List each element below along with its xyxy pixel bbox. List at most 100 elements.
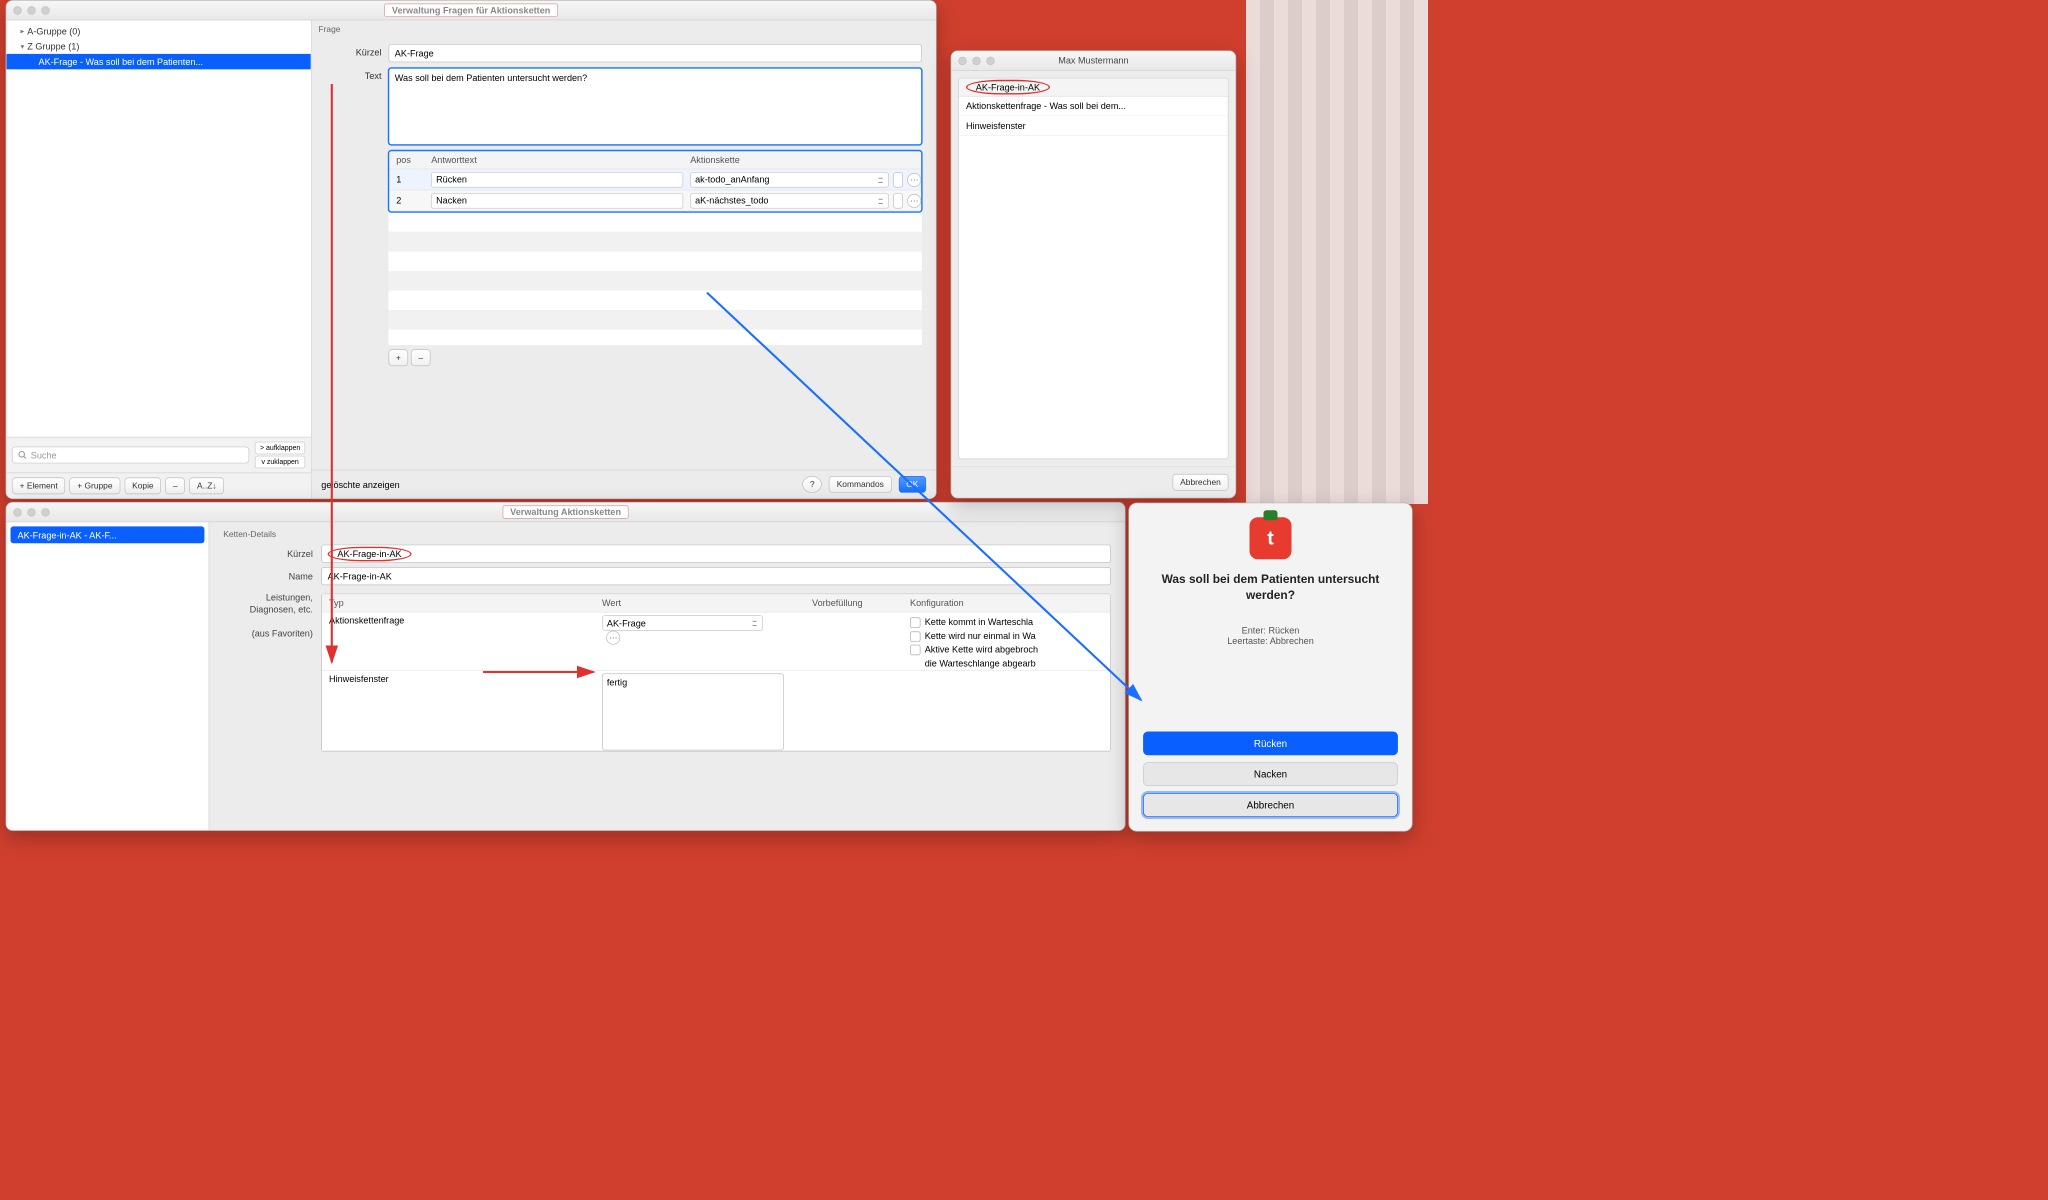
remove-button[interactable]: – — [166, 477, 186, 494]
traffic-lights[interactable] — [958, 56, 994, 64]
search-placeholder: Suche — [31, 450, 57, 461]
sort-button[interactable]: A..Z↓ — [189, 477, 224, 494]
copy-button[interactable]: Kopie — [124, 477, 161, 494]
ketten-row-2[interactable]: Hinweisfenster fertig — [322, 671, 1110, 752]
label-text: Text — [326, 68, 389, 81]
steps-list: AK-Frage-in-AK Aktionskettenfrage - Was … — [958, 78, 1228, 460]
checkbox-icon — [910, 617, 921, 628]
show-deleted-label[interactable]: gelöschte anzeigen — [321, 479, 399, 490]
fav-text: (aus Favoriten) — [252, 628, 313, 639]
step-item-2[interactable]: Hinweisfenster — [959, 116, 1228, 136]
col-aktionskette: Aktionskette — [683, 155, 921, 166]
section-ketten-details: Ketten-Details — [223, 529, 1111, 544]
section-label-frage: Frage — [312, 20, 936, 37]
aktionsketten-sidebar[interactable]: AK-Frage-in-AK - AK-F... — [6, 522, 209, 830]
pos-2: 2 — [389, 195, 424, 206]
pos-1: 1 — [389, 174, 424, 185]
traffic-lights[interactable] — [13, 508, 49, 516]
ak-2-value: aK-nächstes_todo — [695, 195, 768, 206]
ak-more-icon-1[interactable]: ⋯ — [907, 173, 921, 187]
typ-1: Aktionskettenfrage — [322, 615, 595, 626]
expand-all-button[interactable]: > aufklappen — [255, 442, 305, 455]
hinweis-value: fertig — [607, 677, 627, 688]
name-input[interactable]: AK-Frage-in-AK — [321, 567, 1111, 585]
col-wert: Wert — [595, 598, 805, 609]
label-name: Name — [223, 571, 321, 582]
question-tree[interactable]: ▸A-Gruppe (0) ▾Z Gruppe (1) AK-Frage - W… — [6, 20, 311, 437]
col-answer: Antworttext — [424, 155, 683, 166]
add-group-button[interactable]: + Gruppe — [70, 477, 121, 494]
konf-3b-label: die Warteschlange abgearb — [925, 658, 1036, 669]
keyboard-hints: Enter: Rücken Leertaste: Abbrechen — [1227, 625, 1314, 646]
answer-input-2[interactable]: Nacken — [431, 193, 683, 208]
traffic-lights[interactable] — [13, 6, 49, 14]
name-value: AK-Frage-in-AK — [328, 571, 392, 582]
titlebar[interactable]: Verwaltung Aktionsketten — [6, 503, 1125, 523]
titlebar[interactable]: Max Mustermann — [951, 51, 1235, 71]
answer-row-1[interactable]: 1 Rücken ak-todo_anAnfang ⋯ — [389, 169, 921, 190]
answer-remove-button[interactable]: – — [411, 349, 431, 366]
ak-stepper-1[interactable] — [893, 172, 903, 187]
cancel-button[interactable]: Abbrechen — [1172, 474, 1228, 491]
wert-1-value: AK-Frage — [607, 618, 646, 629]
label-kuerzel: Kürzel — [326, 44, 389, 57]
background-mosaic — [1246, 0, 1428, 504]
wert-select-1[interactable]: AK-Frage — [602, 615, 763, 630]
kuerzel-value: AK-Frage — [395, 48, 434, 59]
step-1-label: Aktionskettenfrage - Was soll bei dem... — [966, 101, 1126, 112]
add-element-button[interactable]: + Element — [12, 477, 65, 494]
answer-2-text: Nacken — [436, 195, 467, 206]
konf-check-1[interactable]: Kette kommt in Warteschla — [910, 615, 1110, 629]
tree-group-a-label: A-Gruppe (0) — [27, 26, 80, 37]
ok-button[interactable]: OK — [899, 476, 927, 493]
tree-group-a[interactable]: ▸A-Gruppe (0) — [6, 23, 311, 38]
konf-2-label: Kette wird nur einmal in Wa — [925, 630, 1036, 641]
label-kuerzel: Kürzel — [223, 548, 321, 559]
collapse-all-button[interactable]: v zuklappen — [255, 456, 305, 469]
search-input[interactable]: Suche — [12, 447, 250, 464]
sidebar-toolbar: + Element + Gruppe Kopie – A..Z↓ — [6, 473, 311, 499]
kuerzel-input[interactable]: AK-Frage — [389, 44, 922, 62]
sidebar-item-label: AK-Frage-in-AK - AK-F... — [18, 530, 117, 541]
step-2-label: Hinweisfenster — [966, 120, 1026, 130]
step-item-1[interactable]: Aktionskettenfrage - Was soll bei dem... — [959, 97, 1228, 117]
window-max-mustermann: Max Mustermann AK-Frage-in-AK Aktionsket… — [951, 50, 1237, 498]
help-button[interactable]: ? — [802, 476, 822, 493]
answer-input-1[interactable]: Rücken — [431, 172, 683, 187]
text-value: Was soll bei dem Patienten untersucht we… — [395, 73, 587, 84]
kommandos-button[interactable]: Kommandos — [829, 476, 892, 493]
window-verwaltung-fragen: Verwaltung Fragen für Aktionsketten ▸A-G… — [6, 0, 937, 499]
answer-add-button[interactable]: + — [389, 349, 409, 366]
ak-1-value: ak-todo_anAnfang — [695, 174, 769, 185]
tree-item-akfrage[interactable]: AK-Frage - Was soll bei dem Patienten... — [6, 54, 311, 69]
aktionskette-select-1[interactable]: ak-todo_anAnfang — [690, 172, 889, 187]
aktionskette-select-2[interactable]: aK-nächstes_todo — [690, 193, 889, 208]
list-header: AK-Frage-in-AK — [976, 82, 1040, 93]
sidebar: ▸A-Gruppe (0) ▾Z Gruppe (1) AK-Frage - W… — [6, 20, 311, 498]
window-verwaltung-aktionsketten: Verwaltung Aktionsketten AK-Frage-in-AK … — [6, 502, 1126, 831]
wert-more-icon[interactable]: ⋯ — [606, 631, 620, 645]
prompt-question: Was soll bei dem Patienten untersucht we… — [1143, 572, 1398, 604]
cancel-button[interactable]: Abbrechen — [1143, 793, 1398, 817]
konf-1-label: Kette kommt in Warteschla — [925, 617, 1033, 628]
search-icon — [18, 451, 26, 459]
kuerzel-input[interactable]: AK-Frage-in-AK — [321, 545, 1111, 563]
konf-check-3[interactable]: Aktive Kette wird abgebroch — [910, 643, 1110, 657]
hinweis-textarea[interactable]: fertig — [602, 673, 784, 750]
ak-more-icon-2[interactable]: ⋯ — [907, 194, 921, 208]
main-panel: Frage Kürzel AK-Frage Text Was soll bei … — [312, 20, 936, 498]
kuerzel-highlight: AK-Frage-in-AK — [328, 546, 412, 561]
tree-group-z[interactable]: ▾Z Gruppe (1) — [6, 39, 311, 54]
text-textarea[interactable]: Was soll bei dem Patienten untersucht we… — [389, 68, 922, 145]
col-typ: Typ — [322, 598, 595, 609]
ketten-row-1[interactable]: Aktionskettenfrage AK-Frage ⋯ Kette komm… — [322, 613, 1110, 671]
sidebar-item-akfrageinak[interactable]: AK-Frage-in-AK - AK-F... — [11, 526, 205, 543]
answer-ruecken-button[interactable]: Rücken — [1143, 732, 1398, 756]
titlebar[interactable]: Verwaltung Fragen für Aktionsketten — [6, 1, 936, 21]
window-title: Verwaltung Aktionsketten — [502, 505, 628, 518]
answer-nacken-button[interactable]: Nacken — [1143, 762, 1398, 786]
ak-stepper-2[interactable] — [893, 193, 903, 208]
answer-row-2[interactable]: 2 Nacken aK-nächstes_todo ⋯ — [389, 190, 921, 211]
hint-space: Leertaste: Abbrechen — [1227, 636, 1314, 647]
konf-check-2[interactable]: Kette wird nur einmal in Wa — [910, 629, 1110, 643]
